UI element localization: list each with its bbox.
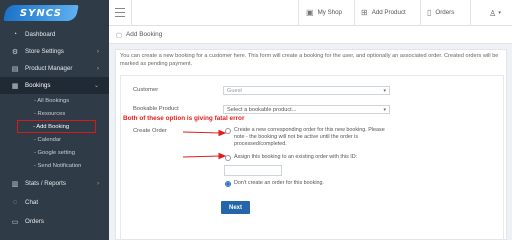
- sidebar-subitem-google-setting[interactable]: - Google setting: [0, 146, 109, 159]
- sidebar-item-bookings[interactable]: ▦ Bookings ⌄: [0, 77, 109, 94]
- divider: [298, 0, 299, 26]
- customer-placeholder: Guest: [227, 87, 242, 94]
- chevron-down-icon: ⌄: [93, 83, 99, 89]
- sidebar-item-label: Bookings: [25, 82, 51, 89]
- bookable-product-label: Bookable Product: [133, 106, 179, 112]
- sidebar-item-label: Store Settings: [25, 48, 64, 55]
- sidebar-item-label: Stats / Reports: [25, 180, 66, 187]
- create-order-label: Create Order: [133, 128, 167, 134]
- arrow-head-bottom: [218, 152, 227, 160]
- sidebar-subitem-add-booking[interactable]: - Add Booking: [17, 120, 96, 133]
- sidebar-subitem-calendar[interactable]: - Calendar: [0, 133, 109, 146]
- hamburger-menu-icon[interactable]: [115, 8, 125, 17]
- sidebar-subitem-all-bookings[interactable]: - All Bookings: [0, 94, 109, 107]
- page-title: Add Booking: [126, 31, 163, 38]
- add-product-link[interactable]: ⊞ Add Product: [361, 8, 406, 17]
- next-button[interactable]: Next: [221, 201, 250, 214]
- option-no-order[interactable]: Don't create an order for this booking.: [225, 180, 394, 187]
- option-new-order[interactable]: Create a new corresponding order for thi…: [225, 127, 394, 149]
- user-icon: ♙: [489, 8, 497, 18]
- sidebar-item-store-settings[interactable]: ⚙ Store Settings ›: [0, 43, 109, 60]
- orders-icon: ▭: [11, 218, 19, 226]
- customer-field[interactable]: Guest ▾: [223, 86, 390, 95]
- bookable-product-select[interactable]: Select a bookable product... ▾: [223, 105, 390, 114]
- sidebar-item-chat[interactable]: ◌ Chat: [0, 194, 109, 211]
- my-shop-link[interactable]: ▣ My Shop: [306, 8, 342, 17]
- chevron-right-icon: ›: [97, 65, 99, 72]
- shop-icon: ▣: [306, 8, 314, 17]
- user-menu-button[interactable]: ♙ ▾: [482, 4, 508, 22]
- divider: [470, 0, 471, 26]
- orders-link[interactable]: ▯ Orders: [427, 8, 454, 17]
- option-existing-order-text: Assign this booking to an existing order…: [234, 154, 358, 160]
- chart-icon: ▥: [11, 180, 19, 188]
- sidebar-item-label: Chat: [25, 199, 39, 206]
- logo-text: SYNCS: [20, 7, 62, 19]
- chevron-down-icon: ▾: [383, 106, 386, 113]
- brand-logo[interactable]: SYNCS: [0, 0, 109, 26]
- booking-form: Customer Guest ▾ Bookable Product Select…: [120, 75, 504, 240]
- divider: [420, 0, 421, 26]
- error-annotation: Both of these option is giving fatal err…: [123, 115, 245, 122]
- gear-icon: ⚙: [11, 48, 19, 56]
- divider: [354, 0, 355, 26]
- chat-icon: ◌: [12, 199, 18, 206]
- arrow-line-bottom: [182, 155, 222, 158]
- sidebar: SYNCS ◔ Dashboard ⚙ Store Settings › ▤ P…: [0, 0, 109, 240]
- sidebar-item-orders[interactable]: ▭ Orders: [0, 213, 109, 230]
- bookable-product-value: Select a bookable product...: [227, 106, 297, 113]
- add-booking-panel: You can create a new booking for a custo…: [115, 49, 507, 240]
- cart-icon: ▤: [11, 65, 19, 73]
- intro-text: You can create a new booking for a custo…: [120, 53, 499, 67]
- customer-label: Customer: [133, 87, 159, 93]
- chevron-right-icon: ›: [97, 48, 99, 55]
- dashboard-icon: ◔: [12, 31, 18, 38]
- sidebar-subitem-send-notification[interactable]: - Send Notification: [0, 159, 109, 172]
- chevron-right-icon: ›: [97, 180, 99, 187]
- option-new-order-text: Create a new corresponding order for thi…: [234, 127, 385, 148]
- orders-label: Orders: [435, 9, 455, 16]
- add-product-label: Add Product: [371, 9, 406, 16]
- orders-icon: ▯: [427, 8, 432, 17]
- existing-order-id-input[interactable]: [224, 165, 282, 176]
- annotation-arrows: [182, 130, 227, 160]
- option-existing-order[interactable]: Assign this booking to an existing order…: [225, 154, 394, 161]
- breadcrumb: ▢ Add Booking: [109, 26, 512, 44]
- top-bar: ▣ My Shop ⊞ Add Product ▯ Orders ♙ ▾: [109, 0, 512, 26]
- sidebar-item-label: Product Manager: [25, 65, 73, 72]
- sidebar-item-label: Orders: [25, 218, 44, 225]
- sidebar-item-dashboard[interactable]: ◔ Dashboard: [0, 26, 109, 43]
- chevron-down-icon: ▾: [383, 87, 386, 94]
- add-product-icon: ⊞: [361, 8, 368, 17]
- sidebar-item-stats-reports[interactable]: ▥ Stats / Reports ›: [0, 175, 109, 192]
- my-shop-label: My Shop: [317, 9, 342, 16]
- chevron-down-icon: ▾: [498, 10, 501, 16]
- arrow-line-top: [182, 131, 222, 134]
- calendar-icon: ▢: [116, 31, 123, 39]
- sidebar-item-label: Dashboard: [25, 31, 56, 38]
- sidebar-item-product-manager[interactable]: ▤ Product Manager ›: [0, 60, 109, 77]
- arrow-head-top: [218, 130, 227, 137]
- sidebar-subitem-resources[interactable]: - Resources: [0, 107, 109, 120]
- option-no-order-text: Don't create an order for this booking.: [234, 180, 325, 186]
- divider: [131, 0, 132, 26]
- radio-no-order[interactable]: [225, 180, 231, 187]
- calendar-icon: ▦: [11, 82, 19, 90]
